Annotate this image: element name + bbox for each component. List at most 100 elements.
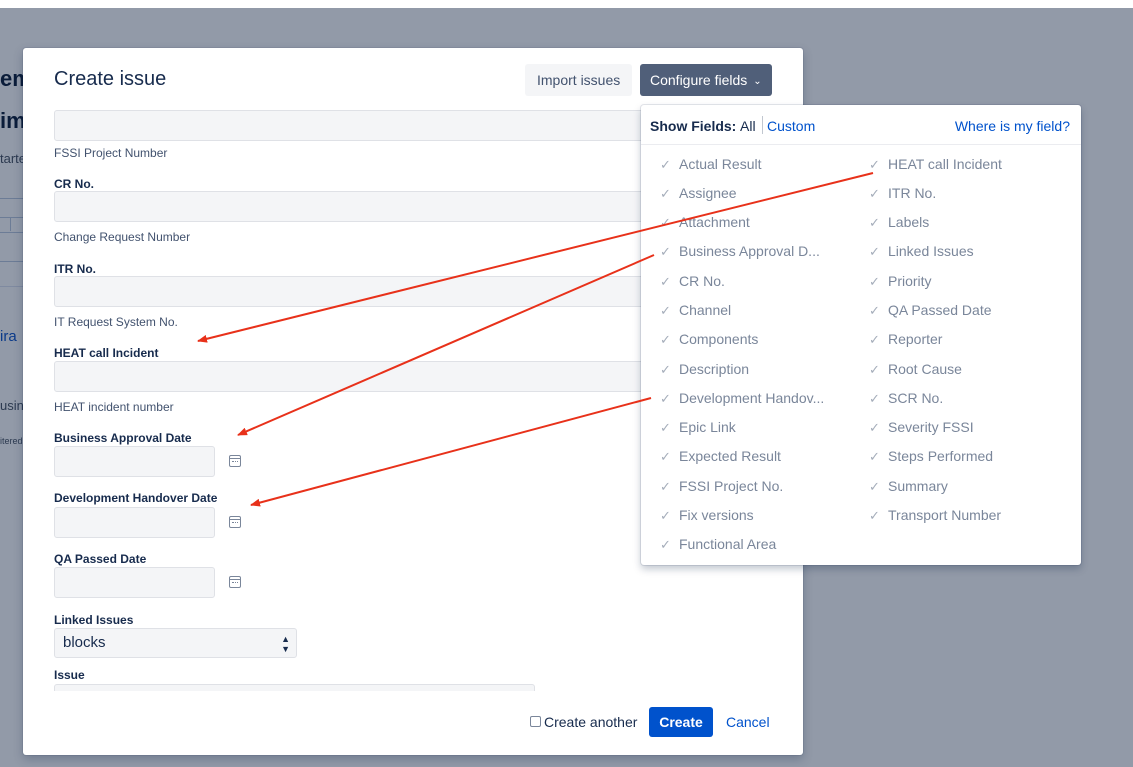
field-option[interactable]: ✓ Attachment [660,214,750,231]
check-icon: ✓ [660,537,671,552]
field-option[interactable]: ✓ Reporter [869,331,942,348]
field-option[interactable]: ✓ QA Passed Date [869,302,992,319]
fssi-project-input[interactable] [54,110,654,141]
check-icon: ✓ [869,332,880,347]
import-issues-button[interactable]: Import issues [525,64,633,96]
qa-passed-label: QA Passed Date [54,552,147,566]
field-option[interactable]: ✓ Root Cause [869,361,962,378]
field-option[interactable]: ✓ Epic Link [660,419,736,436]
calendar-icon[interactable] [229,455,241,467]
bg-divider [0,286,24,287]
itr-no-label: ITR No. [54,262,96,276]
create-button[interactable]: Create [649,707,713,737]
bg-fragment: usin [0,398,24,413]
cr-no-label: CR No. [54,177,94,191]
field-option[interactable]: ✓ Assignee [660,185,737,202]
cancel-link[interactable]: Cancel [726,714,770,730]
field-option[interactable]: ✓ Labels [869,214,929,231]
heat-call-label: HEAT call Incident [54,346,159,360]
fssi-project-description: FSSI Project Number [54,146,168,160]
check-icon: ✓ [660,508,671,523]
check-icon: ✓ [869,391,880,406]
development-handover-date-input[interactable] [54,507,215,538]
check-icon: ✓ [660,274,671,289]
field-option[interactable]: ✓ HEAT call Incident [869,156,1002,173]
check-icon: ✓ [869,508,880,523]
calendar-icon[interactable] [229,516,241,528]
linked-issues-select[interactable]: blocks ▲ ▼ [54,628,297,658]
heat-call-input[interactable] [54,361,654,392]
check-icon: ✓ [660,215,671,230]
field-option[interactable]: ✓ Steps Performed [869,448,993,465]
field-option[interactable]: ✓ Description [660,361,749,378]
field-option[interactable]: ✓ Severity FSSI [869,419,974,436]
field-option[interactable]: ✓ Components [660,331,758,348]
toggle-divider [762,116,763,134]
check-icon: ✓ [869,479,880,494]
itr-no-input[interactable] [54,276,654,307]
chevron-down-icon: ⌄ [753,76,762,87]
cr-no-description: Change Request Number [54,230,191,244]
calendar-icon[interactable] [229,576,241,588]
field-option[interactable]: ✓ Functional Area [660,536,776,553]
business-approval-date-input[interactable] [54,446,215,477]
select-arrows-icon: ▲ ▼ [281,634,290,654]
qa-passed-date-input[interactable] [54,567,215,598]
show-all-toggle[interactable]: All [740,118,756,134]
configure-fields-label: Configure fields [650,72,748,88]
field-option[interactable]: ✓ Actual Result [660,156,761,173]
field-option[interactable]: ✓ Development Handov... [660,390,824,407]
check-icon: ✓ [660,157,671,172]
field-option[interactable]: ✓ FSSI Project No. [660,478,783,495]
show-fields-label: Show Fields: [650,118,737,134]
bg-table [0,198,24,262]
field-option[interactable]: ✓ Fix versions [660,507,754,524]
show-custom-toggle[interactable]: Custom [767,118,815,134]
business-approval-label: Business Approval Date [54,431,192,445]
field-option[interactable]: ✓ SCR No. [869,390,943,407]
check-icon: ✓ [869,186,880,201]
bg-fragment: ira [0,328,17,345]
field-option[interactable]: ✓ Summary [869,478,948,495]
check-icon: ✓ [869,274,880,289]
check-icon: ✓ [869,215,880,230]
where-is-my-field-link[interactable]: Where is my field? [955,118,1070,134]
field-option[interactable]: ✓ CR No. [660,273,725,290]
check-icon: ✓ [660,391,671,406]
itr-no-description: IT Request System No. [54,315,178,329]
check-icon: ✓ [869,420,880,435]
check-icon: ✓ [660,449,671,464]
issue-input[interactable] [54,684,535,691]
field-option[interactable]: ✓ Transport Number [869,507,1001,524]
check-icon: ✓ [869,157,880,172]
field-option[interactable]: ✓ Business Approval D... [660,243,820,260]
check-icon: ✓ [660,479,671,494]
bg-fragment: itered [0,436,23,446]
check-icon: ✓ [869,244,880,259]
dialog-title: Create issue [54,68,167,90]
create-another-checkbox[interactable] [530,716,541,727]
check-icon: ✓ [660,186,671,201]
check-icon: ✓ [660,362,671,377]
linked-issues-label: Linked Issues [54,613,134,627]
check-icon: ✓ [660,332,671,347]
field-option[interactable]: ✓ Linked Issues [869,243,974,260]
field-option[interactable]: ✓ Expected Result [660,448,781,465]
check-icon: ✓ [660,420,671,435]
configure-fields-button[interactable]: Configure fields ⌄ [640,64,772,96]
heat-call-description: HEAT incident number [54,400,174,414]
field-option[interactable]: ✓ Priority [869,273,932,290]
create-another-label[interactable]: Create another [544,714,637,730]
check-icon: ✓ [869,449,880,464]
bg-fragment: im [0,108,26,133]
issue-label: Issue [54,668,85,682]
popover-header: Show Fields: All Custom Where is my fiel… [641,105,1081,145]
linked-issues-value: blocks [63,634,106,651]
field-option[interactable]: ✓ ITR No. [869,185,936,202]
check-icon: ✓ [660,244,671,259]
field-option[interactable]: ✓ Channel [660,302,731,319]
check-icon: ✓ [660,303,671,318]
cr-no-input[interactable] [54,191,654,222]
development-handover-label: Development Handover Date [54,491,218,505]
configure-fields-popover: Show Fields: All Custom Where is my fiel… [641,105,1081,565]
